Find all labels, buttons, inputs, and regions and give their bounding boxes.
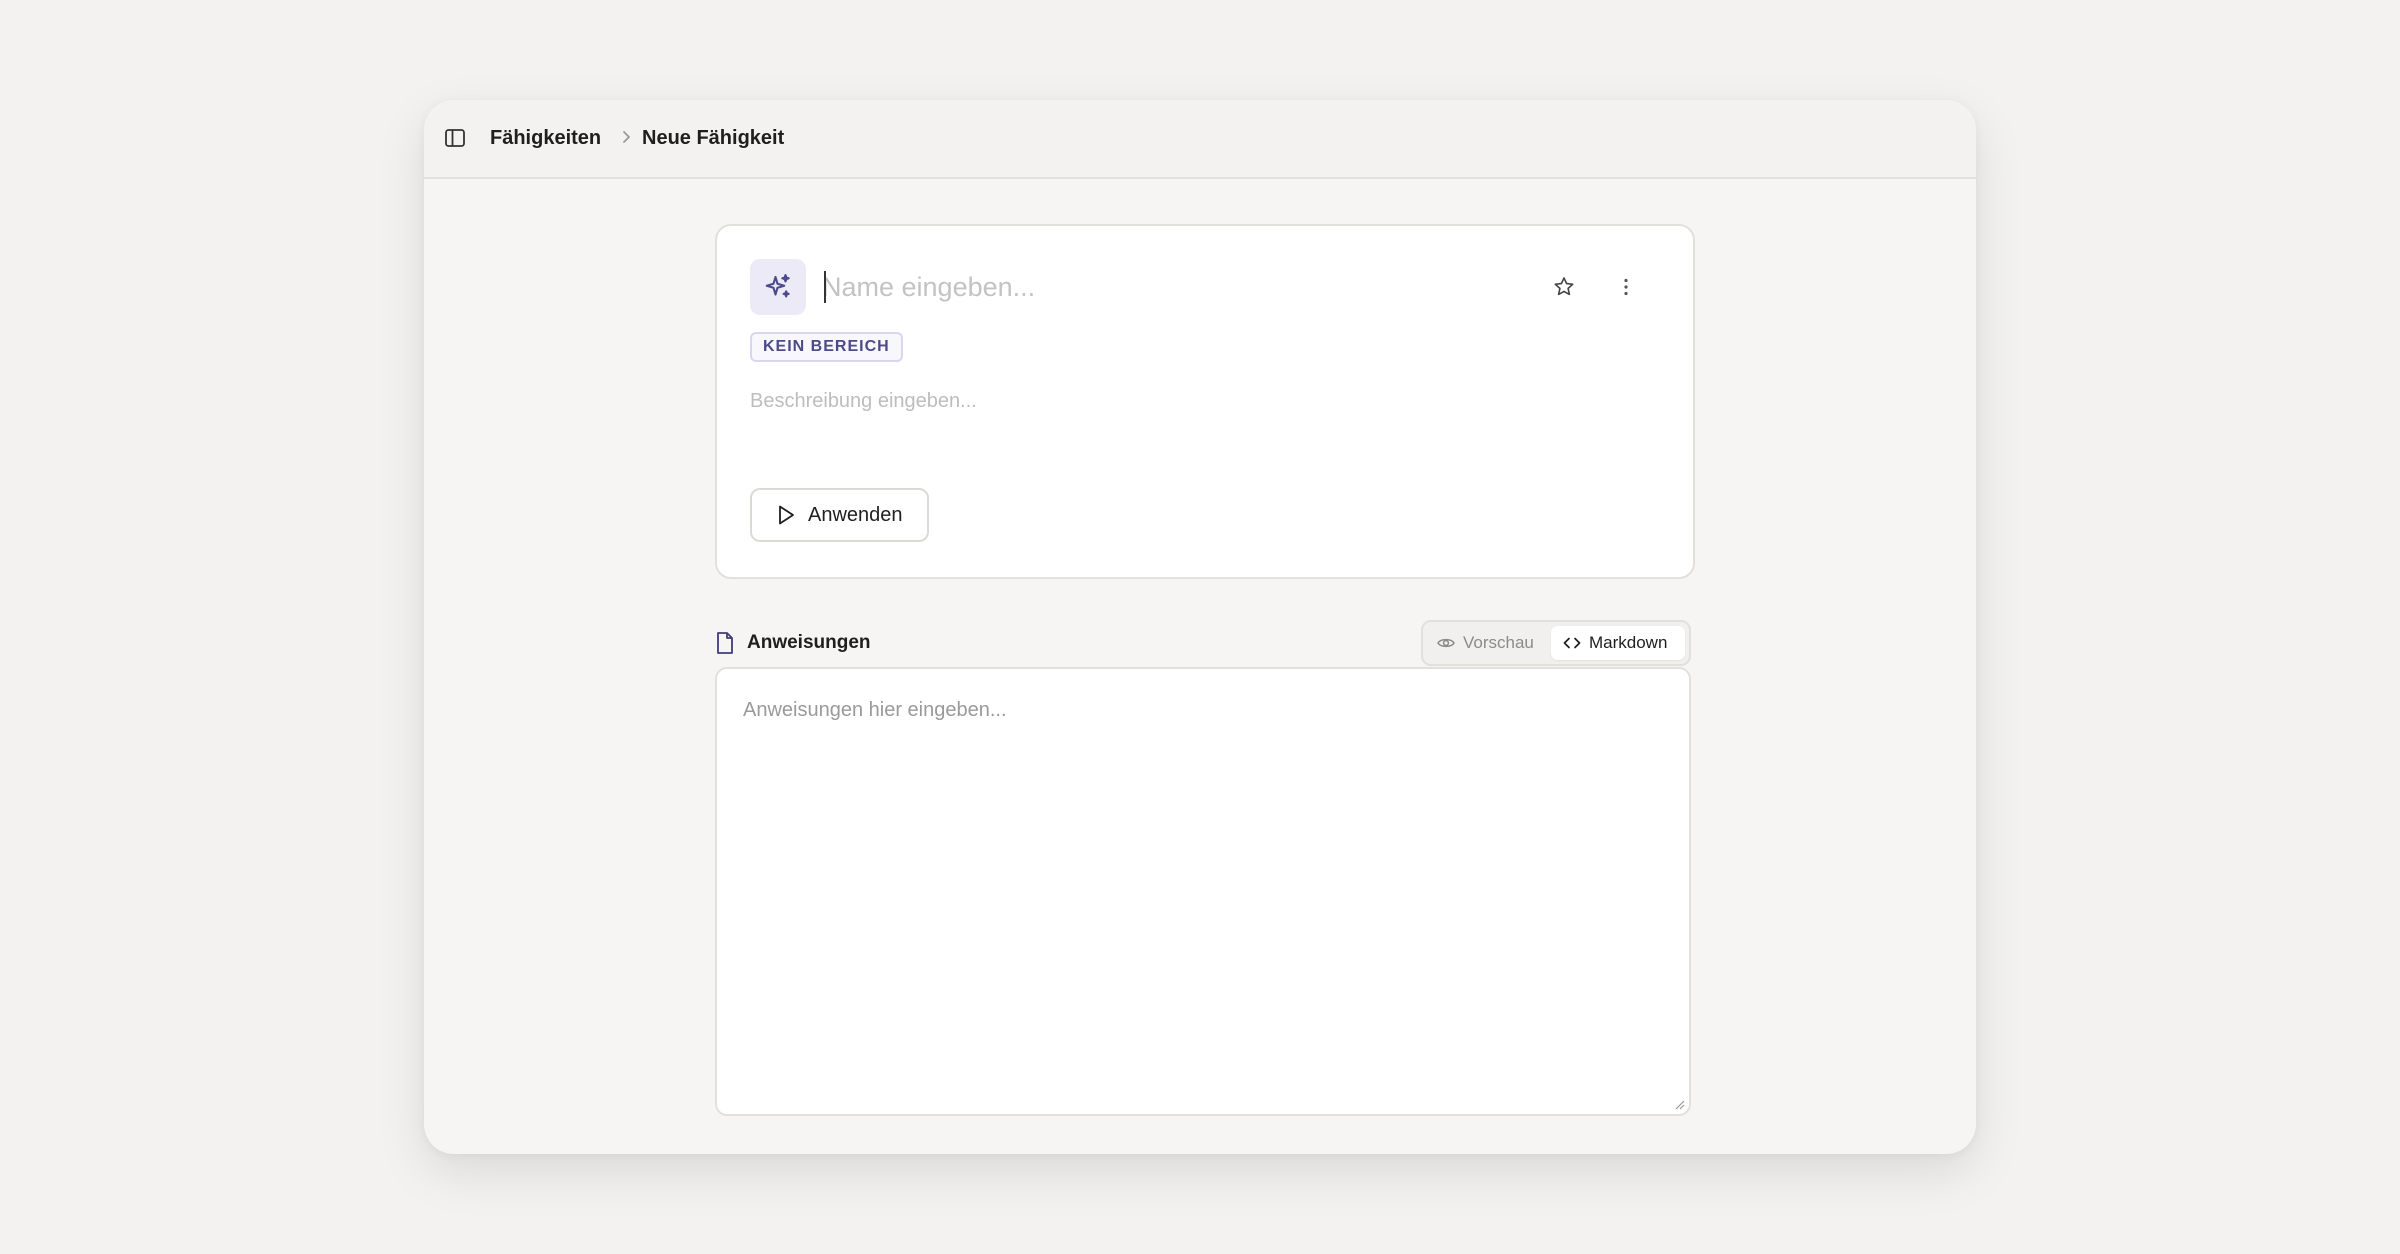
sidebar-icon[interactable] — [444, 127, 466, 149]
app-window: Fähigkeiten Neue Fähigkeit Name eingeben… — [424, 100, 1976, 1154]
apply-button-label: Anwenden — [808, 503, 903, 526]
play-icon — [779, 505, 794, 525]
more-vertical-icon — [1624, 278, 1628, 296]
sparkles-icon[interactable] — [750, 259, 806, 315]
breadcrumb-current: Neue Fähigkeit — [642, 127, 785, 149]
tab-markdown-label: Markdown — [1589, 633, 1668, 652]
instructions-title: Anweisungen — [747, 632, 871, 653]
code-icon — [1563, 637, 1581, 649]
star-icon — [1554, 277, 1574, 296]
skill-card: KEIN BEREICH Anwenden — [715, 224, 1695, 579]
breadcrumb-root[interactable]: Fähigkeiten — [490, 124, 601, 152]
resize-handle-icon[interactable] — [1673, 1098, 1685, 1110]
apply-button[interactable]: Anwenden — [750, 488, 929, 542]
area-badge[interactable]: KEIN BEREICH — [750, 332, 903, 362]
chevron-right-icon — [623, 131, 630, 143]
skill-name-input[interactable] — [822, 264, 1462, 310]
instructions-header: Anweisungen Vorschau Markdown — [715, 620, 1691, 666]
tab-preview-label: Vorschau — [1463, 633, 1534, 652]
tab-preview[interactable]: Vorschau — [1437, 626, 1534, 660]
instructions-input[interactable] — [743, 699, 1663, 1099]
more-options-button[interactable] — [1611, 272, 1641, 302]
text-caret — [824, 271, 826, 303]
favorite-button[interactable] — [1549, 272, 1579, 302]
description-input[interactable] — [750, 390, 1650, 450]
top-bar: Fähigkeiten Neue Fähigkeit — [424, 100, 1976, 179]
view-toggle: Vorschau Markdown — [1421, 620, 1691, 666]
file-icon — [717, 632, 733, 654]
tab-markdown[interactable]: Markdown — [1551, 626, 1685, 660]
instructions-editor — [715, 667, 1691, 1116]
eye-icon — [1437, 638, 1455, 648]
